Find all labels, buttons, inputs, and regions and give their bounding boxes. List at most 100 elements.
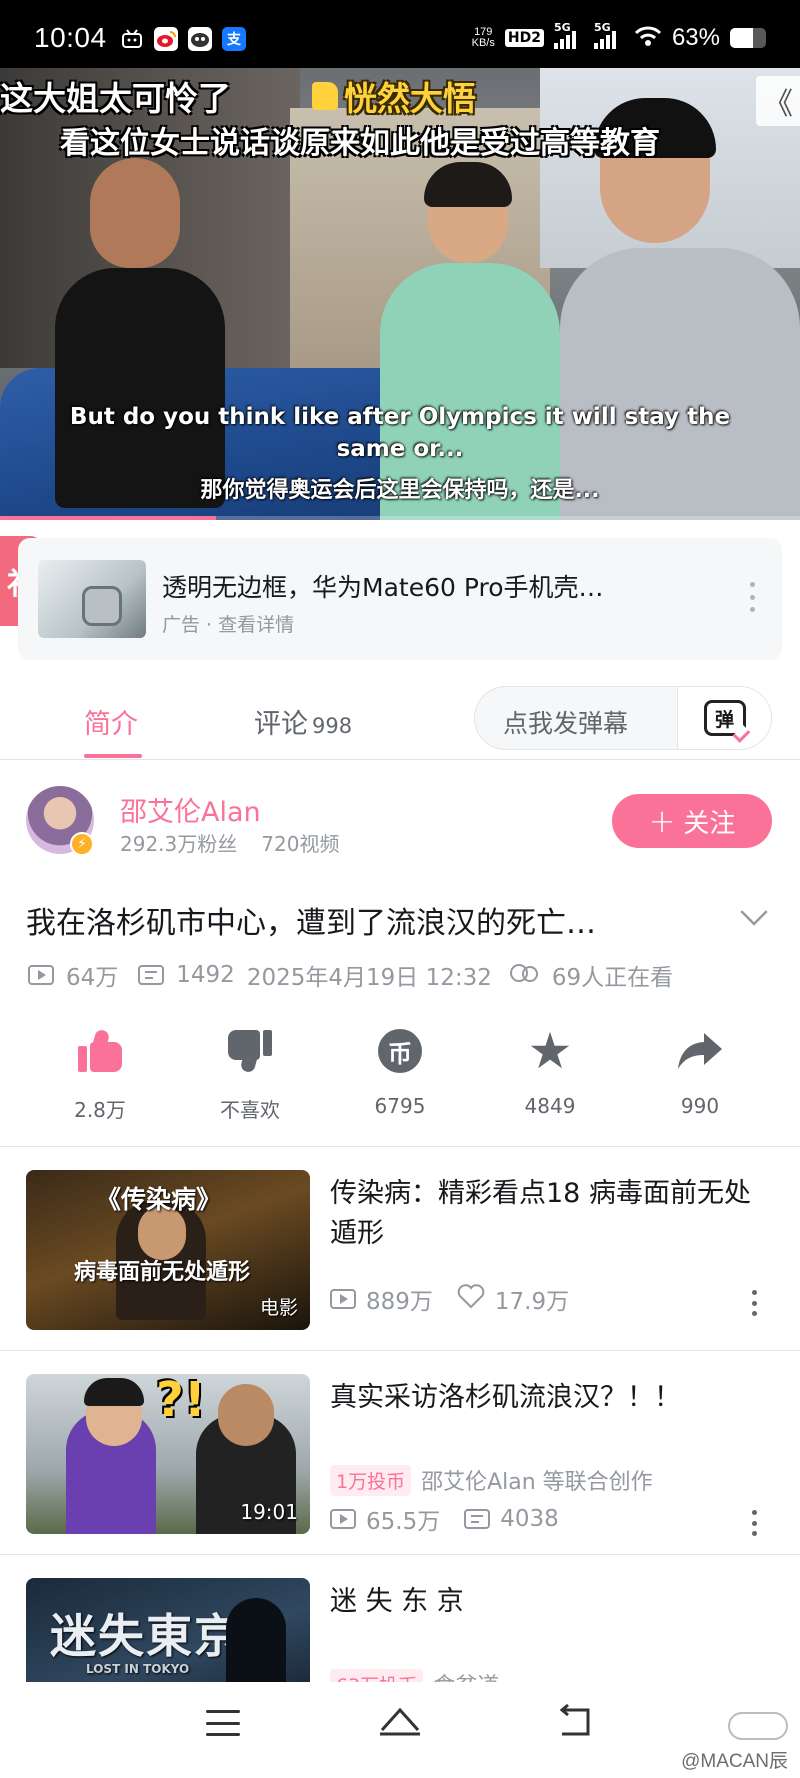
danmaku-input[interactable]: 点我发弹幕 (503, 704, 628, 740)
subtitle-chinese: 那你觉得奥运会后这里会保持吗，还是... (200, 478, 600, 503)
star-icon: ★ (527, 1022, 573, 1080)
comments-count: 998 (312, 714, 353, 738)
video-progress-fill (0, 516, 216, 520)
ad-title: 透明无边框，华为Mate60 Pro手机壳… (162, 573, 604, 602)
alipay-icon: 支 (222, 27, 246, 51)
tab-active-indicator (84, 754, 142, 758)
battery-icon (730, 28, 766, 48)
hd-voice-icon: HD2 (504, 29, 544, 47)
section-divider (0, 1350, 800, 1351)
wifi-icon (634, 25, 662, 51)
related-video-title: 传染病：精彩看点18 病毒面前无处遁形 (330, 1178, 751, 1249)
more-options-icon[interactable] (752, 1510, 758, 1536)
related-video-item[interactable]: 迷失東京 LOST IN TOKYO 迷 失 东 京 63万投币 食贫道 (0, 1578, 800, 1682)
uploader-stats: 292.3万粉丝 720视频 (120, 828, 339, 857)
status-bar: 10:04 支 179 KB/s HD2 5G 5G 63% (0, 0, 800, 68)
thumbnail-tag: 电影 (259, 1297, 298, 1319)
tab-comments[interactable]: 评论 998 (254, 702, 352, 741)
play-count-icon (330, 1289, 356, 1309)
uploader-name[interactable]: 邵艾伦Alan (120, 790, 261, 829)
more-options-icon[interactable] (752, 1290, 758, 1316)
ad-card[interactable]: 透明无边框，华为Mate60 Pro手机壳… 广告 · 查看详情 (18, 538, 782, 660)
system-indicators: 179 KB/s HD2 5G 5G 63% (471, 21, 766, 52)
thumbs-up-icon (78, 1028, 122, 1072)
danmaku-toggle-button[interactable]: 弹 (677, 687, 771, 749)
verified-badge-icon: ⚡ (70, 832, 94, 856)
section-divider (0, 1554, 800, 1555)
video-progress-bar[interactable] (0, 516, 800, 520)
action-bar: 2.8万 不喜欢 币 6795 ★ 4849 990 (0, 1026, 800, 1136)
thumbs-up-icon (312, 82, 338, 110)
notification-icons: 支 (120, 27, 246, 51)
view-count: 64万 (66, 965, 119, 991)
detail-tabs: 简介 评论 998 点我发弹幕 弹 (0, 676, 800, 760)
coin-button[interactable]: 币 6795 (340, 1026, 460, 1118)
tab-intro[interactable]: 简介 (84, 702, 138, 741)
video-title: 我在洛杉矶市中心，遭到了流浪汉的死亡… (26, 906, 596, 941)
video-caption-line2: 看这位女士说话谈原来如此他是受过高等教育 (60, 126, 660, 161)
ad-thumbnail (38, 560, 146, 638)
related-video-thumbnail: 《传染病》 病毒面前无处遁形 电影 (26, 1170, 310, 1330)
video-person-woman (40, 158, 230, 518)
game-icon (188, 27, 212, 51)
system-nav-bar (0, 1682, 800, 1778)
subtitle-english-line1: But do you think like after Olympics it … (69, 404, 731, 430)
uploader-followers: 292.3万粉丝 (120, 832, 238, 856)
section-divider (0, 1146, 800, 1147)
uploader-video-count: 720视频 (261, 832, 340, 856)
more-options-icon[interactable] (750, 582, 756, 612)
chevron-down-icon[interactable] (740, 898, 768, 926)
related-video-title: 迷 失 东 京 (330, 1586, 464, 1617)
watermark-logo (728, 1712, 788, 1740)
play-count-icon (330, 1509, 356, 1529)
watching-icon (509, 964, 540, 986)
share-icon (678, 1033, 722, 1069)
danmaku-count: 1492 (176, 962, 235, 988)
signal-sim2-icon: 5G (593, 21, 624, 49)
related-video-item[interactable]: 《传染病》 病毒面前无处遁形 电影 传染病：精彩看点18 病毒面前无处遁形 88… (0, 1170, 800, 1330)
video-person-green-hoodie (380, 162, 560, 520)
ad-subtitle: 广告 · 查看详情 (162, 614, 295, 636)
video-caption-top: 这大姐太可怜了 (0, 79, 231, 118)
battery-percent: 63% (671, 24, 720, 51)
related-video-item[interactable]: ?! 19:01 真实采访洛杉矶流浪汉？！！ 1万投币 邵艾伦Alan 等联合创… (0, 1374, 800, 1536)
home-icon[interactable] (378, 1702, 422, 1746)
heart-icon (457, 1283, 485, 1315)
danmaku-count-icon (464, 1509, 491, 1529)
status-time: 10:04 (34, 22, 107, 53)
weibo-icon (154, 27, 178, 51)
back-icon[interactable] (556, 1702, 596, 1746)
bilibili-icon (120, 27, 144, 51)
network-speed: 179 KB/s (471, 26, 495, 49)
signal-sim1-icon: 5G (553, 21, 584, 49)
dislike-button[interactable]: 不喜欢 (190, 1026, 310, 1123)
coin-icon: 币 (378, 1029, 422, 1073)
favorite-button[interactable]: ★ 4849 (490, 1026, 610, 1118)
watermark-text: @MACAN辰 (681, 1751, 788, 1772)
related-video-coop: 1万投币 邵艾伦Alan 等联合创作 (330, 1464, 653, 1496)
related-video-coop: 63万投币 食贫道 (330, 1668, 499, 1682)
thumbs-down-icon (228, 1030, 272, 1074)
watching-count: 69人正在看 (551, 965, 674, 991)
plus-icon: + (648, 802, 676, 840)
related-video-title: 真实采访洛杉矶流浪汉？！！ (330, 1382, 681, 1413)
related-video-thumbnail: 迷失東京 LOST IN TOKYO (26, 1578, 310, 1682)
video-player[interactable]: 这大姐太可怜了 恍然大悟 看这位女士说话谈原来如此他是受过高等教育 《 But … (0, 68, 800, 520)
like-button[interactable]: 2.8万 (40, 1026, 160, 1123)
share-button[interactable]: 990 (640, 1026, 760, 1118)
duration-label: 19:01 (240, 1500, 298, 1524)
follow-button[interactable]: + 关注 (612, 794, 772, 848)
coin-badge: 1万投币 (330, 1464, 412, 1496)
related-video-thumbnail: ?! 19:01 (26, 1374, 310, 1534)
collapse-panel-button[interactable]: 《 (756, 76, 800, 126)
danmaku-input-box: 点我发弹幕 弹 (474, 686, 772, 750)
publish-date: 2025年4月19日 12:32 (246, 965, 492, 991)
related-video-meta: 889万 17.9万 (330, 1282, 569, 1316)
danmaku-count-icon (138, 965, 165, 985)
video-meta: 64万 1492 2025年4月19日 12:32 69人正在看 (28, 958, 673, 992)
menu-icon[interactable] (206, 1710, 240, 1736)
subtitle-english-line2: same or... (336, 436, 464, 462)
related-video-meta: 65.5万 4038 (330, 1502, 559, 1536)
danmaku-icon: 弹 (703, 700, 746, 736)
coin-badge: 63万投币 (330, 1668, 424, 1682)
